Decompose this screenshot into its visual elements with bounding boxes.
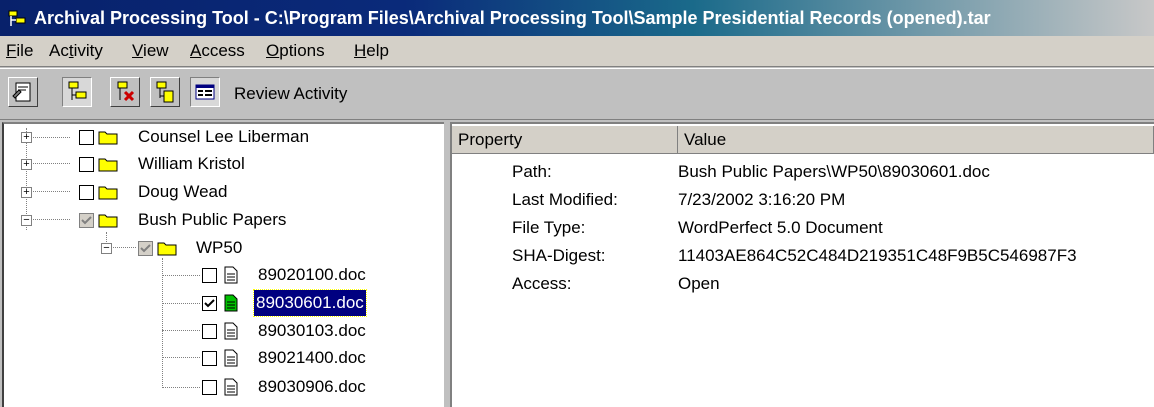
app-window: Archival Processing Tool - C:\Program Fi… — [0, 0, 1154, 407]
property-key: File Type: — [512, 218, 586, 237]
node-label: 89020100.doc — [258, 265, 366, 284]
property-list-pane[interactable]: Property Value Path: Bush Public Papers\… — [450, 122, 1154, 407]
menu-file[interactable]: File — [6, 36, 33, 66]
property-row[interactable]: Access: Open — [452, 270, 1152, 298]
property-row[interactable]: File Type: WordPerfect 5.0 Document — [452, 214, 1152, 242]
node-label: WP50 — [196, 238, 243, 257]
tree-node-bush-public-papers[interactable]: − Bush Public Papers — [4, 207, 444, 233]
details-toolbar-button[interactable] — [190, 77, 220, 107]
property-key: Path: — [512, 162, 552, 181]
tree-node-file[interactable]: 89020100.doc — [4, 262, 444, 288]
document-icon — [224, 378, 238, 396]
window-title: Archival Processing Tool - C:\Program Fi… — [34, 8, 991, 28]
node-checkbox[interactable] — [79, 185, 94, 200]
document-icon — [224, 349, 238, 367]
menu-access[interactable]: Access — [190, 36, 245, 66]
node-checkbox[interactable] — [202, 268, 217, 283]
menu-help[interactable]: Help — [354, 36, 389, 66]
folder-icon — [98, 186, 118, 200]
tree-node-doug-wead[interactable]: + Doug Wead — [4, 179, 444, 205]
folder-icon — [157, 242, 177, 256]
check-icon — [81, 216, 92, 225]
property-key: Access: — [512, 274, 572, 293]
property-row[interactable]: SHA-Digest: 11403AE864C52C484D219351C48F… — [452, 242, 1152, 270]
node-label: 89030601.doc — [253, 289, 367, 317]
tree-node-file-selected[interactable]: 89030601.doc — [4, 289, 444, 317]
document-icon — [156, 81, 174, 103]
expand-icon[interactable]: + — [21, 187, 32, 198]
node-checkbox[interactable] — [202, 380, 217, 395]
app-icon — [8, 10, 26, 26]
tree-node-william-kristol[interactable]: + William Kristol — [4, 151, 444, 177]
document-icon — [224, 322, 238, 340]
property-row[interactable]: Path: Bush Public Papers\WP50\89030601.d… — [452, 158, 1152, 186]
restricted-toolbar-button[interactable] — [110, 77, 140, 107]
column-header-value[interactable]: Value — [678, 126, 1154, 154]
restricted-icon — [117, 81, 135, 102]
node-checkbox[interactable] — [79, 157, 94, 172]
folder-tree: + Counsel Lee Liberman + William Kristol… — [4, 124, 444, 407]
node-label: 89030906.doc — [258, 377, 366, 396]
property-value: 11403AE864C52C484D219351C48F9B5C546987F3 — [678, 246, 1077, 265]
menu-options[interactable]: Options — [266, 36, 325, 66]
menu-view[interactable]: View — [132, 36, 169, 66]
node-label: 89021400.doc — [258, 348, 366, 367]
properties-icon — [12, 82, 31, 102]
folder-icon — [98, 158, 118, 172]
node-checkbox[interactable] — [202, 351, 217, 366]
property-value: WordPerfect 5.0 Document — [678, 218, 883, 237]
node-checkbox[interactable] — [138, 241, 153, 256]
expand-icon[interactable]: + — [21, 159, 32, 170]
node-label: Bush Public Papers — [138, 210, 287, 229]
node-checkbox[interactable] — [202, 296, 217, 311]
tree-node-file[interactable]: 89021400.doc — [4, 345, 444, 371]
document-toolbar-button[interactable] — [150, 77, 180, 107]
check-icon — [140, 244, 151, 253]
property-value: 7/23/2002 3:16:20 PM — [678, 190, 846, 209]
properties-button[interactable] — [8, 77, 38, 107]
tree-node-file[interactable]: 89030906.doc — [4, 374, 444, 400]
tree-node-counsel-lee-liberman[interactable]: + Counsel Lee Liberman — [4, 124, 444, 150]
property-key: SHA-Digest: — [512, 246, 606, 265]
node-checkbox[interactable] — [79, 213, 94, 228]
column-header-property[interactable]: Property — [452, 126, 678, 154]
menu-activity[interactable]: Activity — [49, 36, 103, 66]
node-label: Doug Wead — [138, 182, 228, 201]
menu-bar: File Activity View Access Options Help — [0, 36, 1154, 67]
node-checkbox[interactable] — [79, 130, 94, 145]
collapse-icon[interactable]: − — [101, 243, 112, 254]
title-bar[interactable]: Archival Processing Tool - C:\Program Fi… — [0, 0, 1154, 36]
check-icon — [204, 299, 215, 308]
review-toolbar-button[interactable] — [62, 77, 92, 107]
property-value: Open — [678, 274, 720, 293]
expand-icon[interactable]: + — [21, 132, 32, 143]
document-icon — [224, 294, 238, 312]
tree-pane[interactable]: + Counsel Lee Liberman + William Kristol… — [2, 122, 444, 407]
toolbar: Review Activity — [0, 68, 1154, 120]
folder-icon — [98, 214, 118, 228]
property-key: Last Modified: — [512, 190, 618, 209]
node-label: 89030103.doc — [258, 321, 366, 340]
document-icon — [224, 266, 238, 284]
property-value: Bush Public Papers\WP50\89030601.doc — [678, 162, 990, 181]
tree-node-file[interactable]: 89030103.doc — [4, 318, 444, 344]
collapse-icon[interactable]: − — [21, 215, 32, 226]
node-checkbox[interactable] — [202, 324, 217, 339]
node-label: William Kristol — [138, 154, 245, 173]
details-icon — [195, 84, 215, 100]
folder-icon — [98, 131, 118, 145]
activity-label: Review Activity — [234, 84, 348, 103]
tree-node-wp50[interactable]: − WP50 — [4, 235, 444, 261]
node-label: Counsel Lee Liberman — [138, 127, 310, 146]
property-row[interactable]: Last Modified: 7/23/2002 3:16:20 PM — [452, 186, 1152, 214]
review-icon — [68, 81, 87, 100]
